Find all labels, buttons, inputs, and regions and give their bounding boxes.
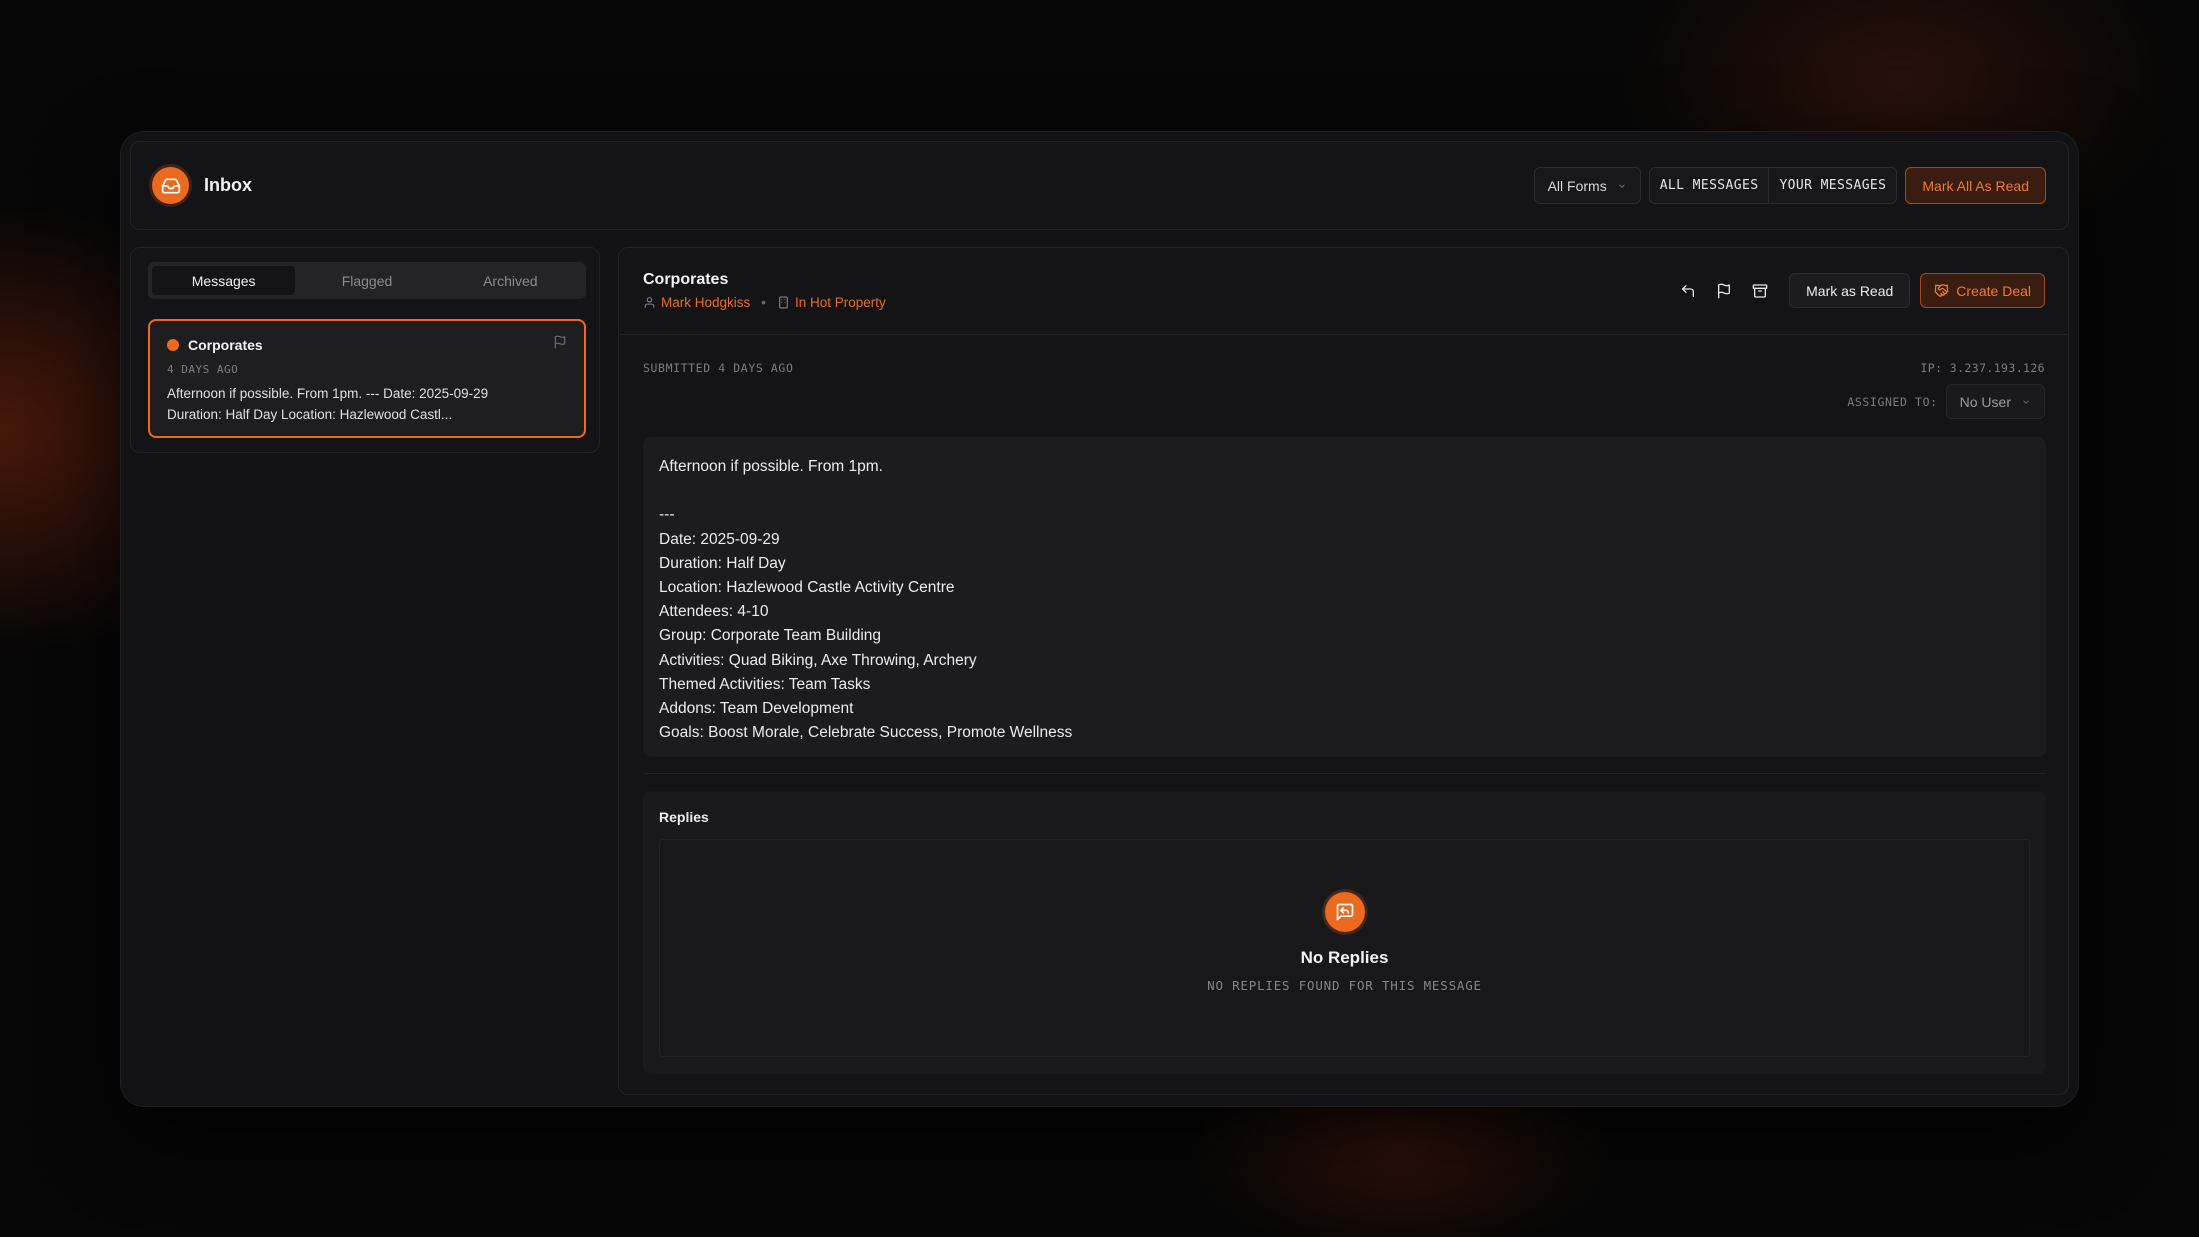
mark-all-read-button[interactable]: Mark All As Read — [1905, 167, 2046, 204]
assigned-label: ASSIGNED TO: — [1847, 394, 1938, 409]
assignment-row: ASSIGNED TO: No User — [1847, 384, 2045, 419]
forms-filter-select[interactable]: All Forms — [1533, 167, 1641, 204]
message-reply-icon — [1324, 892, 1365, 932]
archive-icon[interactable] — [1747, 278, 1773, 304]
divider — [643, 773, 2046, 774]
detail-meta: Mark Hodgkiss • In Hot Property — [643, 295, 886, 310]
sender-name[interactable]: Mark Hodgkiss — [661, 295, 750, 310]
unread-indicator — [167, 338, 179, 351]
your-messages-toggle[interactable]: YOUR MESSAGES — [1768, 168, 1896, 203]
message-tabs: Messages Flagged Archived — [148, 262, 586, 299]
tab-archived[interactable]: Archived — [439, 266, 582, 295]
forms-filter-value: All Forms — [1547, 177, 1607, 194]
list-item[interactable]: Corporates 4 DAYS AGO Afternoon if possi… — [148, 319, 586, 438]
message-body: Afternoon if possible. From 1pm. --- Dat… — [643, 437, 2046, 757]
message-time: 4 DAYS AGO — [167, 363, 239, 376]
user-icon — [644, 297, 655, 308]
page-title: Inbox — [204, 175, 252, 195]
detail-header: Corporates Mark Hodgkiss • In Hot Proper… — [619, 248, 2068, 335]
empty-subtitle: NO REPLIES FOUND FOR THIS MESSAGE — [1207, 978, 1482, 993]
ip-address: IP: 3.237.193.126 — [1920, 361, 2045, 375]
inbox-window: Inbox All Forms ALL MESSAGES YOUR MESSAG… — [120, 131, 2079, 1107]
message-detail-panel: Corporates Mark Hodgkiss • In Hot Proper… — [618, 247, 2069, 1095]
replies-empty-state: No Replies NO REPLIES FOUND FOR THIS MES… — [659, 839, 2030, 1057]
create-deal-label: Create Deal — [1956, 282, 2031, 299]
message-scope-toggle: ALL MESSAGES YOUR MESSAGES — [1648, 167, 1898, 204]
message-title: Corporates — [188, 336, 263, 353]
assigned-user-value: No User — [1959, 393, 2011, 410]
tab-messages[interactable]: Messages — [152, 266, 296, 295]
submitted-time: SUBMITTED 4 DAYS AGO — [643, 361, 794, 375]
message-preview-line: Duration: Half Day Location: Hazlewood C… — [167, 407, 453, 422]
inbox-icon — [152, 167, 189, 204]
app-header: Inbox All Forms ALL MESSAGES YOUR MESSAG… — [130, 141, 2069, 230]
empty-title: No Replies — [1300, 948, 1389, 967]
handshake-icon — [1934, 284, 1949, 297]
flag-icon[interactable] — [553, 335, 567, 354]
detail-title: Corporates — [643, 271, 729, 288]
tab-flagged[interactable]: Flagged — [295, 266, 438, 295]
meta-separator: • — [761, 295, 767, 310]
chevron-down-icon — [1618, 183, 1625, 188]
company-name[interactable]: In Hot Property — [795, 295, 886, 310]
flag-icon[interactable] — [1711, 278, 1737, 304]
mark-as-read-button[interactable]: Mark as Read — [1789, 273, 1911, 308]
replies-title: Replies — [659, 809, 709, 825]
reply-icon[interactable] — [1675, 278, 1701, 304]
building-icon — [779, 296, 788, 309]
message-preview: Afternoon if possible. From 1pm. --- Dat… — [167, 383, 567, 425]
create-deal-button[interactable]: Create Deal — [1920, 273, 2045, 308]
message-list-panel: Messages Flagged Archived Corporates 4 D… — [130, 247, 600, 453]
replies-section: Replies No Replies NO REPLIES FOUND FOR … — [643, 791, 2046, 1074]
assigned-user-select[interactable]: No User — [1945, 384, 2045, 419]
all-messages-toggle[interactable]: ALL MESSAGES — [1650, 168, 1769, 203]
message-preview-line: Afternoon if possible. From 1pm. --- Dat… — [167, 386, 489, 401]
chevron-down-icon — [2023, 399, 2029, 404]
